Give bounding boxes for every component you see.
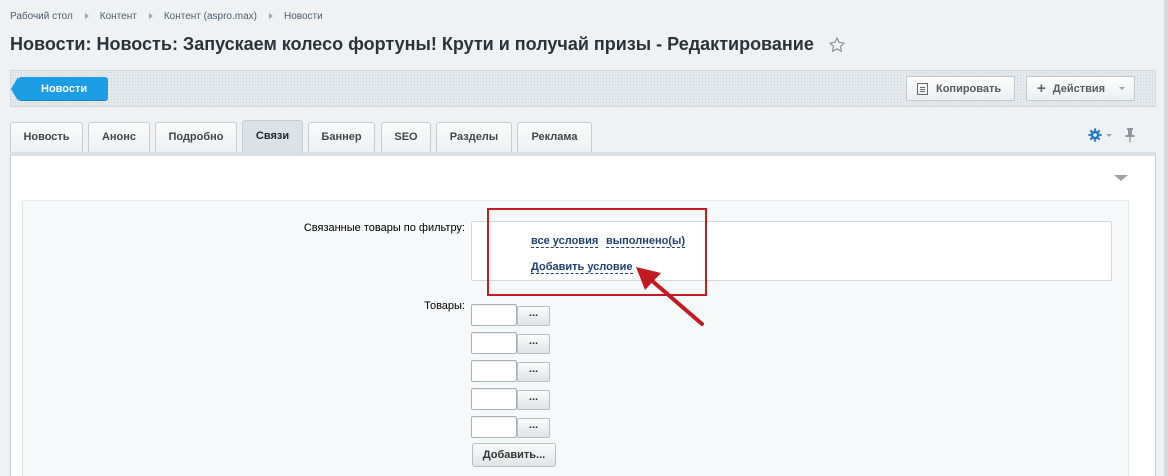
copy-button[interactable]: Копировать: [906, 76, 1015, 101]
window-edge: [1164, 0, 1168, 476]
tab-seo[interactable]: SEO: [381, 122, 431, 152]
back-to-news-button[interactable]: Новости: [11, 77, 108, 101]
product-id-input[interactable]: [471, 360, 517, 382]
products-label: Товары:: [424, 300, 465, 312]
tab-banner[interactable]: Баннер: [308, 122, 375, 152]
breadcrumb-desktop[interactable]: Рабочий стол: [10, 11, 73, 22]
breadcrumb-news[interactable]: Новости: [284, 11, 323, 22]
tab-news[interactable]: Новость: [10, 122, 83, 152]
breadcrumb-separator-icon: [148, 13, 153, 19]
breadcrumb: Рабочий стол Контент Контент (aspro.max)…: [10, 9, 323, 23]
actions-button[interactable]: + Действия: [1026, 76, 1135, 101]
filter-products-label: Связанные товары по фильтру:: [303, 222, 465, 234]
browse-product-button[interactable]: ...: [517, 390, 550, 410]
breadcrumb-separator-icon: [269, 13, 273, 19]
browse-product-button[interactable]: ...: [517, 306, 550, 326]
gear-chevron-down-icon[interactable]: [1106, 134, 1112, 137]
copy-button-label: Копировать: [936, 82, 1002, 95]
copy-icon: [917, 82, 928, 95]
browse-product-button[interactable]: ...: [517, 334, 550, 354]
product-id-input[interactable]: [471, 304, 517, 326]
tab-announce[interactable]: Анонс: [88, 122, 150, 152]
tab-details[interactable]: Подробно: [155, 122, 237, 152]
actions-button-label: Действия: [1052, 82, 1106, 95]
add-product-button[interactable]: Добавить...: [472, 443, 556, 467]
toolbar: Новости Копировать + Действия: [10, 70, 1156, 107]
star-icon[interactable]: [828, 36, 846, 54]
product-id-input[interactable]: [471, 332, 517, 354]
breadcrumb-content[interactable]: Контент: [100, 11, 137, 22]
plus-icon: +: [1037, 80, 1046, 97]
browse-product-button[interactable]: ...: [517, 362, 550, 382]
tab-ads[interactable]: Реклама: [517, 122, 592, 152]
title-row: Новости: Новость: Запускаем колесо форту…: [10, 34, 846, 55]
tab-links[interactable]: Связи: [242, 120, 303, 153]
breadcrumb-separator-icon: [84, 13, 89, 19]
product-id-input[interactable]: [471, 416, 517, 438]
page-title: Новости: Новость: Запускаем колесо форту…: [10, 34, 814, 54]
breadcrumb-content-aspro[interactable]: Контент (aspro.max): [164, 11, 257, 22]
pin-icon[interactable]: [1124, 127, 1136, 143]
arrow-annotation-icon: [636, 267, 704, 326]
tab-sections[interactable]: Разделы: [436, 122, 512, 152]
collapse-arrow-icon[interactable]: [1114, 175, 1128, 181]
product-id-input[interactable]: [471, 388, 517, 410]
gear-icon[interactable]: [1088, 128, 1102, 142]
chevron-down-icon: [1119, 87, 1126, 90]
browse-product-button[interactable]: ...: [517, 418, 550, 438]
